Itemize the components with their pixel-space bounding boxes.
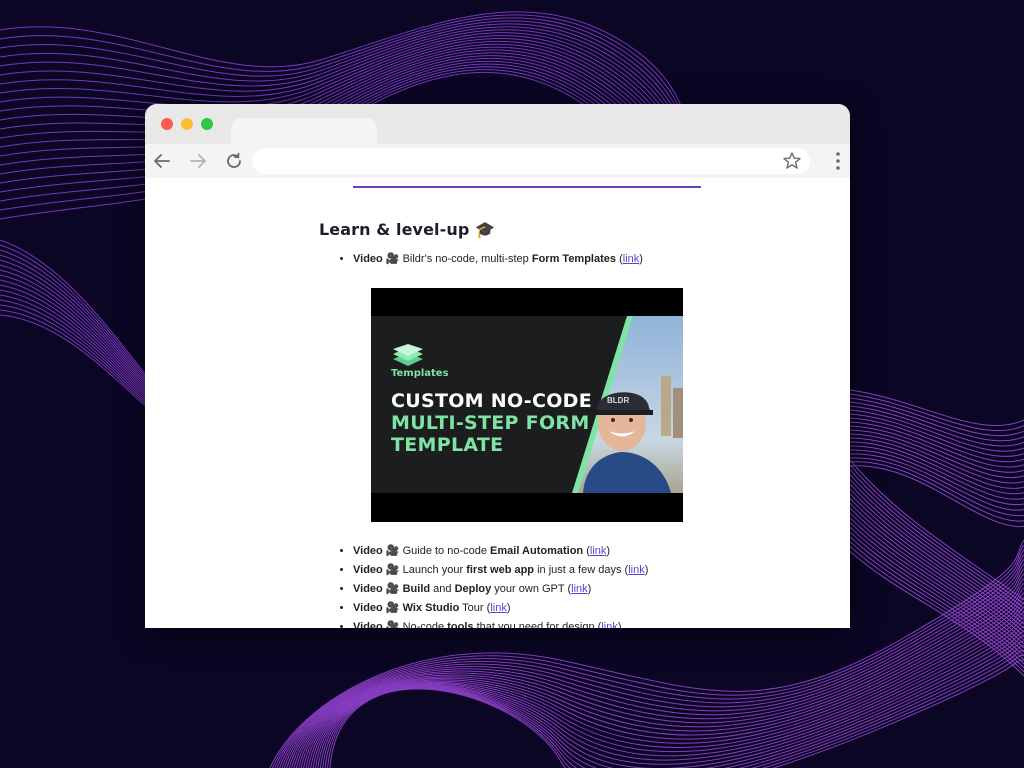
item-keyword: Email Automation bbox=[490, 545, 584, 557]
wave-line bbox=[849, 461, 1024, 673]
wave-line bbox=[307, 616, 1024, 768]
kebab-menu-icon[interactable] bbox=[835, 151, 841, 171]
item-text: ) bbox=[506, 602, 511, 614]
section-heading: Learn & level-up 🎓 bbox=[319, 220, 496, 239]
resource-list: Video 🎥 Guide to no-code Email Automatio… bbox=[335, 542, 648, 628]
item-text: ( bbox=[616, 253, 623, 265]
thumbnail-panel: Templates CUSTOM NO-CODE MULTI-STEP FORM… bbox=[371, 316, 683, 493]
video-thumbnail[interactable]: Templates CUSTOM NO-CODE MULTI-STEP FORM… bbox=[371, 288, 683, 522]
video-camera-icon: 🎥 bbox=[385, 621, 400, 628]
item-link[interactable]: link bbox=[490, 602, 507, 614]
video-camera-icon: 🎥 bbox=[385, 583, 400, 595]
address-bar[interactable] bbox=[252, 148, 810, 174]
item-link[interactable]: link bbox=[628, 564, 645, 576]
item-text: in just a few days ( bbox=[534, 564, 629, 576]
item-text: ) bbox=[639, 253, 643, 265]
browser-window: Learn & level-up 🎓 Video 🎥 Bildr's no-co… bbox=[145, 104, 850, 628]
item-keyword: Deploy bbox=[454, 583, 492, 595]
item-type-label: Video bbox=[353, 545, 383, 557]
item-link[interactable]: link bbox=[590, 545, 607, 557]
item-type-label: Video bbox=[353, 564, 383, 576]
wave-line bbox=[0, 294, 151, 403]
item-link[interactable]: link bbox=[601, 621, 618, 628]
video-camera-icon: 🎥 bbox=[385, 253, 400, 265]
list-item: Video 🎥 Guide to no-code Email Automatio… bbox=[353, 542, 648, 561]
minimize-window-button[interactable] bbox=[181, 118, 193, 130]
close-window-button[interactable] bbox=[161, 118, 173, 130]
item-text: and bbox=[430, 583, 455, 595]
item-type-label: Video bbox=[353, 583, 383, 595]
video-camera-icon: 🎥 bbox=[385, 602, 400, 614]
reload-icon bbox=[227, 152, 241, 168]
arrow-right-icon bbox=[190, 154, 206, 168]
item-keyword: Build bbox=[402, 583, 431, 595]
page-content: Learn & level-up 🎓 Video 🎥 Bildr's no-co… bbox=[145, 178, 850, 628]
item-text: that you need for design ( bbox=[473, 621, 602, 628]
section-divider bbox=[353, 186, 701, 188]
item-type-label: Video bbox=[353, 602, 383, 614]
item-text: Tour ( bbox=[459, 602, 491, 614]
item-text: your own GPT ( bbox=[491, 583, 572, 595]
browser-toolbar bbox=[145, 144, 850, 178]
video-camera-icon: 🎥 bbox=[385, 564, 400, 576]
wave-line bbox=[849, 457, 1024, 669]
wave-line bbox=[312, 625, 1024, 768]
item-text: No-code bbox=[399, 621, 448, 628]
list-item: Video 🎥 Wix Studio Tour (link) bbox=[353, 599, 648, 618]
back-button[interactable] bbox=[149, 148, 175, 174]
item-text: Bildr's no-code, multi-step bbox=[399, 253, 532, 265]
item-keyword: first web app bbox=[466, 564, 535, 576]
browser-tab[interactable] bbox=[231, 118, 377, 146]
item-text: ) bbox=[617, 621, 622, 628]
list-item: Video 🎥 Launch your first web app in jus… bbox=[353, 561, 648, 580]
item-text: ( bbox=[583, 545, 590, 557]
reload-button[interactable] bbox=[221, 148, 247, 174]
wave-line bbox=[0, 289, 151, 401]
item-type-label: Video bbox=[353, 253, 383, 265]
item-text: Launch your bbox=[399, 564, 467, 576]
item-text: ) bbox=[644, 564, 649, 576]
star-icon[interactable] bbox=[782, 151, 802, 171]
cap-text: BLDR bbox=[607, 396, 629, 405]
title-bar bbox=[145, 104, 850, 146]
maximize-window-button[interactable] bbox=[201, 118, 213, 130]
item-link[interactable]: link bbox=[623, 253, 640, 265]
item-type-label: Video bbox=[353, 621, 383, 628]
resource-list-top: Video 🎥 Bildr's no-code, multi-step Form… bbox=[335, 250, 643, 269]
item-keyword: tools bbox=[447, 621, 474, 628]
presenter-photo: BLDR bbox=[572, 316, 683, 493]
item-text: ) bbox=[587, 583, 592, 595]
item-text: Guide to no-code bbox=[399, 545, 491, 557]
item-link[interactable]: link bbox=[571, 583, 588, 595]
item-text: ) bbox=[606, 545, 611, 557]
list-item: Video 🎥 Bildr's no-code, multi-step Form… bbox=[353, 250, 643, 269]
video-camera-icon: 🎥 bbox=[385, 545, 400, 557]
list-item: Video 🎥 Build and Deploy your own GPT (l… bbox=[353, 580, 648, 599]
list-item: Video 🎥 No-code tools that you need for … bbox=[353, 618, 648, 628]
forward-button[interactable] bbox=[185, 148, 211, 174]
item-keyword: Wix Studio bbox=[402, 602, 460, 614]
item-keyword: Form Templates bbox=[531, 253, 617, 265]
arrow-left-icon bbox=[154, 154, 170, 168]
